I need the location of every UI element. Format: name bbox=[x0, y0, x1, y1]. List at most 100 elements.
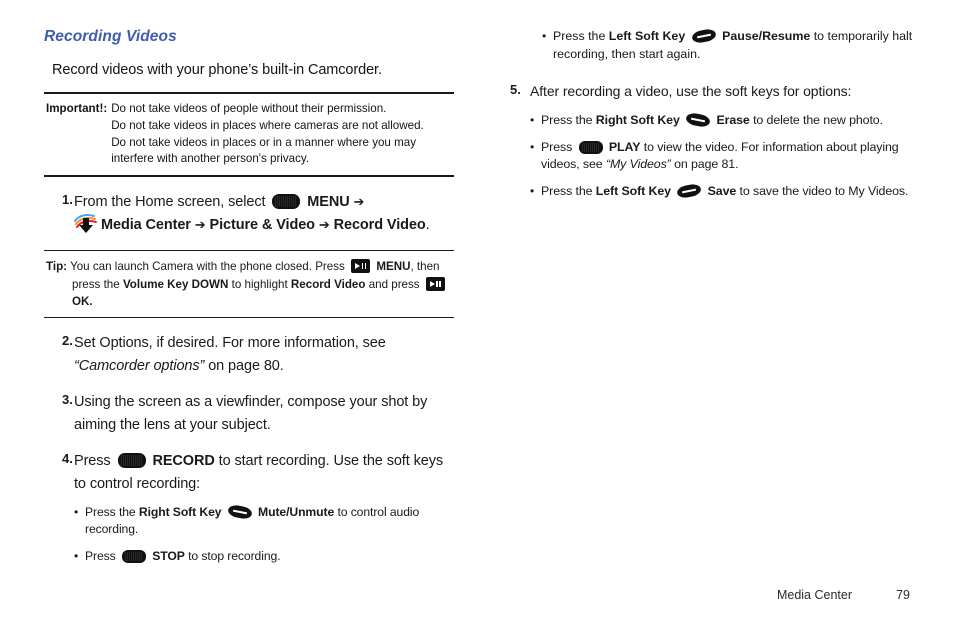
bullet-dot-icon: • bbox=[542, 29, 547, 43]
page-title: Recording Videos bbox=[44, 28, 177, 45]
bullet-text-1: Press the bbox=[85, 505, 136, 520]
step-4-bullets: • Press the Right Soft Key Mute/Unmute t… bbox=[74, 503, 454, 565]
record-key-icon bbox=[117, 453, 146, 469]
step-3: 3. Using the screen as a viewfinder, com… bbox=[44, 391, 454, 436]
bullet-text-1: Press bbox=[541, 139, 573, 154]
bullet-mute-unmute: • Press the Right Soft Key Mute/Unmute t… bbox=[74, 503, 454, 539]
play-key-icon bbox=[578, 140, 603, 154]
ok-label: OK. bbox=[72, 294, 93, 308]
bullet-dot-icon: • bbox=[530, 139, 535, 154]
step-1-body: From the Home screen, select MENU ➔ Medi… bbox=[74, 191, 454, 236]
picture-video-label: Picture & Video bbox=[209, 216, 316, 233]
step-2-text-2: on page 80. bbox=[208, 357, 284, 374]
right-soft-key-icon bbox=[685, 111, 712, 129]
step-5-bullets: • Press the Right Soft Key Erase to dele… bbox=[530, 111, 915, 201]
right-soft-key-label: Right Soft Key bbox=[595, 112, 680, 127]
step-1: 1. From the Home screen, select MENU ➔ M… bbox=[44, 191, 454, 236]
right-soft-key-label: Right Soft Key bbox=[138, 505, 222, 520]
tip-text-1: You can launch Camera with the phone clo… bbox=[70, 260, 345, 274]
play-label: PLAY bbox=[608, 139, 641, 154]
bullet-play: • Press PLAY to view the video. For info… bbox=[530, 139, 915, 174]
step-5-text: After recording a video, use the soft ke… bbox=[530, 83, 852, 100]
arrow-icon: ➔ bbox=[194, 216, 206, 232]
left-soft-key-label: Left Soft Key bbox=[595, 183, 671, 198]
divider-important-bottom bbox=[44, 175, 454, 178]
step-5-number: 5. bbox=[510, 82, 521, 98]
bullet-text-2: to control audio recording. bbox=[85, 505, 420, 537]
bullet-dot-icon: • bbox=[530, 183, 535, 198]
my-videos-ref: “My Videos” bbox=[605, 157, 671, 172]
record-label: RECORD bbox=[152, 453, 215, 470]
step-4: 4. Press RECORD to start recording. Use … bbox=[44, 450, 454, 565]
important-note: Important!: Do not take videos of people… bbox=[44, 94, 454, 175]
bullet-stop: • Press STOP to stop recording. bbox=[74, 548, 454, 565]
bullet-dot-icon: • bbox=[74, 505, 79, 520]
bullet-dot-icon: • bbox=[530, 112, 535, 127]
bullet-erase: • Press the Right Soft Key Erase to dele… bbox=[530, 111, 915, 130]
important-line: interfere with another person's privacy. bbox=[111, 152, 310, 166]
intro-paragraph: Record videos with your phone’s built-in… bbox=[52, 62, 382, 78]
step-2-body: Set Options, if desired. For more inform… bbox=[74, 332, 454, 377]
volume-key-label: Volume Key DOWN bbox=[122, 277, 229, 291]
tip-menu-label: MENU bbox=[376, 260, 411, 274]
right-soft-key-icon bbox=[226, 503, 253, 521]
important-lines: Do not take videos of people without the… bbox=[111, 101, 452, 168]
step-5: 5. After recording a video, use the soft… bbox=[500, 81, 915, 200]
left-soft-key-label: Left Soft Key bbox=[608, 29, 686, 43]
left-soft-key-icon bbox=[676, 182, 703, 199]
media-center-label: Media Center bbox=[101, 216, 191, 233]
manual-page: Recording Videos Record videos with your… bbox=[0, 0, 954, 636]
record-video-label: Record Video bbox=[333, 216, 426, 233]
save-label: Save bbox=[707, 183, 737, 198]
stop-label: STOP bbox=[152, 548, 185, 563]
mute-unmute-label: Mute/Unmute bbox=[258, 505, 335, 520]
right-column: • Press the Left Soft Key Pause/Resume t… bbox=[500, 27, 915, 200]
bullet-text-1: Press bbox=[85, 548, 116, 563]
tip-record-video-label: Record Video bbox=[290, 277, 366, 291]
footer-chapter-label: Media Center bbox=[776, 588, 852, 602]
step-2-text: Set Options, if desired. For more inform… bbox=[74, 335, 386, 352]
tip-text-4: and press bbox=[368, 277, 420, 291]
bullet-pause-resume: • Press the Left Soft Key Pause/Resume t… bbox=[500, 27, 915, 63]
bullet-text-1: Press the bbox=[541, 183, 593, 198]
left-soft-key-icon bbox=[690, 27, 717, 45]
step-4-text-1: Press bbox=[74, 453, 111, 470]
bullet-text-1: Press the bbox=[541, 112, 593, 127]
stop-key-icon bbox=[121, 549, 146, 563]
step-4-number: 4. bbox=[62, 451, 73, 467]
bullet-text-2: to stop recording. bbox=[188, 548, 281, 563]
menu-hardkey-icon bbox=[351, 259, 371, 274]
tip-label: Tip: bbox=[46, 260, 68, 274]
step-4-body: Press RECORD to start recording. Use the… bbox=[74, 450, 454, 565]
erase-label: Erase bbox=[716, 112, 750, 127]
step-3-body: Using the screen as a viewfinder, compos… bbox=[74, 394, 428, 433]
important-line: Do not take videos in places or in a man… bbox=[111, 135, 417, 149]
important-label: Important!: bbox=[46, 102, 108, 115]
arrow-icon: ➔ bbox=[318, 216, 330, 232]
left-column: Recording Videos Record videos with your… bbox=[44, 28, 454, 565]
tip-text-3: to highlight bbox=[231, 277, 288, 291]
page-footer: Media Center 79 bbox=[777, 588, 910, 602]
step-1-text: From the Home screen, select bbox=[74, 194, 266, 211]
important-line: Do not take videos of people without the… bbox=[111, 102, 387, 115]
footer-page-number: 79 bbox=[896, 588, 910, 602]
step-1-period: . bbox=[425, 216, 430, 233]
camcorder-options-ref: “Camcorder options” bbox=[74, 357, 205, 374]
step-5-body: After recording a video, use the soft ke… bbox=[530, 81, 915, 200]
step-2: 2. Set Options, if desired. For more inf… bbox=[44, 332, 454, 377]
step-2-number: 2. bbox=[62, 333, 73, 349]
bullet-text-2: to save the video to My Videos. bbox=[739, 183, 909, 198]
bullet-dot-icon: • bbox=[74, 548, 79, 563]
bullet-text-1: Press the bbox=[553, 29, 606, 43]
step-3-number: 3. bbox=[62, 392, 73, 408]
menu-label: MENU bbox=[307, 194, 350, 211]
pause-resume-label: Pause/Resume bbox=[722, 29, 811, 43]
media-center-icon bbox=[74, 213, 98, 234]
bullet-text-2: to delete the new photo. bbox=[753, 112, 883, 127]
step-1-number: 1. bbox=[62, 192, 73, 208]
menu-key-icon bbox=[272, 194, 301, 210]
bullet-save: • Press the Left Soft Key Save to save t… bbox=[530, 182, 915, 201]
divider-tip-bottom bbox=[44, 317, 454, 319]
tip-note: Tip: You can launch Camera with the phon… bbox=[44, 251, 454, 317]
arrow-icon: ➔ bbox=[353, 194, 365, 210]
